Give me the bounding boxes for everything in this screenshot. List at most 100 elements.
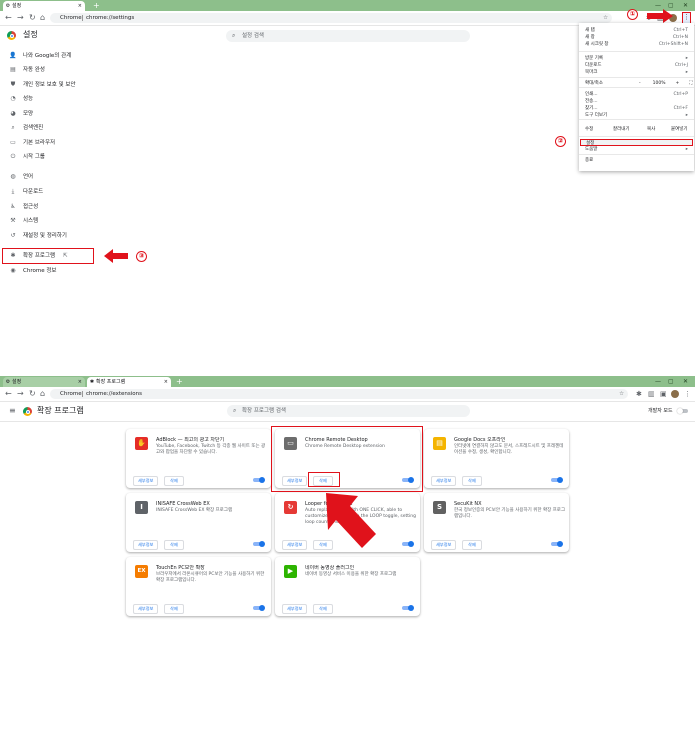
menu-item[interactable]: 방문 기록 ▸ (585, 55, 690, 62)
extensions-icon[interactable]: ✱ (636, 389, 642, 399)
home-icon[interactable]: ⌂ (40, 388, 45, 400)
settings-search-input[interactable]: ⌕ 설정 검색 (226, 30, 470, 42)
enable-toggle[interactable] (551, 540, 563, 547)
details-button[interactable]: 세부정보 (133, 476, 159, 486)
address-bar[interactable]: Chrome chrome://extensions ☆ (50, 389, 628, 399)
menu-item-shortcut: ▸ (685, 56, 688, 61)
menu-kebab-icon[interactable]: ⋮ (684, 389, 691, 399)
remove-button[interactable]: 삭제 (313, 604, 333, 614)
menu-item[interactable]: 인쇄... Ctrl+P (585, 91, 690, 98)
back-icon[interactable]: ← (5, 388, 12, 400)
enable-toggle[interactable] (253, 476, 265, 483)
details-button[interactable]: 세부정보 (431, 476, 457, 486)
sidebar-item[interactable]: 👤 나와 Google의 관계 (9, 51, 71, 61)
remove-button[interactable]: 삭제 (462, 476, 482, 486)
star-icon[interactable]: ☆ (603, 13, 608, 23)
menu-item[interactable]: 전송... (585, 98, 690, 105)
menu-item[interactable]: 설정 (580, 139, 693, 146)
remove-button[interactable]: 삭제 (462, 540, 482, 550)
details-button[interactable]: 세부정보 (282, 604, 308, 614)
sidebar-item[interactable]: ▭ 기본 브라우저 (9, 138, 55, 148)
remove-button[interactable]: 삭제 (164, 540, 184, 550)
menu-item[interactable]: 종료 (585, 157, 690, 164)
star-icon[interactable]: ☆ (619, 389, 624, 399)
forward-icon[interactable]: → (17, 12, 24, 24)
remove-button[interactable]: 삭제 (164, 604, 184, 614)
forward-icon[interactable]: → (17, 388, 24, 400)
accessibility-icon: ♿ (10, 203, 16, 210)
zoom-in-button[interactable]: + (676, 81, 680, 86)
menu-item[interactable]: 다운로드 Ctrl+J (585, 62, 690, 69)
new-tab-button[interactable]: + (93, 0, 100, 11)
puzzle-icon: ✱ (89, 379, 95, 385)
profile-square-icon[interactable]: ▣ (660, 389, 667, 399)
menu-item[interactable]: 새 시크릿 창 Ctrl+Shift+N (585, 41, 690, 48)
sidebar-item[interactable]: ⛊ 개인 정보 보호 및 보안 (9, 80, 76, 90)
close-icon[interactable]: × (164, 377, 168, 387)
sidebar-item[interactable]: ⤓ 다운로드 (9, 187, 44, 197)
menu-item[interactable]: 새 탭 Ctrl+T (585, 27, 690, 34)
paste-button[interactable]: 붙여넣기 (671, 126, 688, 133)
minimize-icon[interactable]: — (655, 376, 661, 387)
extension-name: SecuKit NX (454, 501, 482, 507)
enable-toggle[interactable] (551, 476, 563, 483)
extensions-search-input[interactable]: ⌕ 확장 프로그램 검색 (227, 405, 470, 417)
power-icon: ⏻ (10, 153, 16, 160)
maximize-icon[interactable]: ▢ (668, 376, 674, 387)
sidebar-item[interactable]: ◔ 성능 (9, 94, 33, 104)
menu-item[interactable]: 북마크 ▸ (585, 69, 690, 76)
menu-item[interactable]: 확대/축소 - 100% + ⛶ (585, 80, 692, 87)
zoom-out-button[interactable]: - (639, 81, 641, 86)
search-placeholder: 설정 검색 (242, 33, 264, 39)
tab-extensions[interactable]: ✱ 확장 프로그램 × (87, 377, 171, 387)
menu-item[interactable]: 도움말 ▸ (585, 146, 690, 153)
sidebar-item[interactable]: ⏻ 시작 그룹 (9, 152, 45, 162)
sidebar-item[interactable]: ▤ 자동 완성 (9, 65, 45, 75)
globe-icon: ◍ (10, 173, 16, 180)
details-button[interactable]: 세부정보 (133, 604, 159, 614)
tab-settings[interactable]: ⚙ 설정 × (3, 1, 85, 11)
tab-settings[interactable]: ⚙ 설정 × (3, 377, 85, 387)
menu-item-shortcut: Ctrl+J (674, 63, 688, 68)
arrow-pointing-extensions (104, 249, 128, 263)
sidebar-item[interactable]: ⚒ 시스템 (9, 216, 38, 226)
details-button[interactable]: 세부정보 (431, 540, 457, 550)
hamburger-icon[interactable]: ≡ (9, 406, 16, 416)
enable-toggle[interactable] (253, 540, 265, 547)
sidebar-item-label: 다운로드 (23, 189, 44, 195)
sidebar-item[interactable]: ↺ 재설정 및 정리하기 (9, 231, 67, 241)
close-icon[interactable]: × (78, 377, 82, 387)
close-window-icon[interactable]: ✕ (683, 376, 688, 387)
address-url: chrome://settings (86, 15, 135, 21)
close-window-icon[interactable]: ✕ (683, 0, 688, 11)
home-icon[interactable]: ⌂ (40, 12, 45, 24)
details-button[interactable]: 세부정보 (282, 540, 308, 550)
touchen-icon: EX (135, 565, 148, 578)
new-tab-button[interactable]: + (176, 376, 183, 387)
cut-button[interactable]: 잘라내기 (613, 126, 630, 133)
enable-toggle[interactable] (402, 540, 414, 547)
menu-item[interactable]: 도구 더보기 ▸ (585, 112, 690, 119)
copy-button[interactable]: 복사 (647, 126, 655, 133)
reload-icon[interactable]: ↻ (29, 12, 36, 24)
sidebar-item[interactable]: ◕ 모양 (9, 109, 33, 119)
reload-icon[interactable]: ↻ (29, 388, 36, 400)
sidebar-item[interactable]: ◉ Chrome 정보 (9, 266, 56, 276)
avatar[interactable] (671, 390, 679, 398)
sidepanel-icon[interactable]: ▥ (648, 389, 655, 399)
fullscreen-icon[interactable]: ⛶ (689, 81, 692, 86)
address-bar[interactable]: Chrome chrome://settings ☆ (50, 13, 612, 23)
close-icon[interactable]: × (78, 1, 82, 11)
menu-divider (579, 77, 694, 78)
menu-item[interactable]: 찾기... Ctrl+F (585, 105, 690, 112)
menu-item[interactable]: 새 창 Ctrl+N (585, 34, 690, 41)
details-button[interactable]: 세부정보 (133, 540, 159, 550)
back-icon[interactable]: ← (5, 12, 12, 24)
remove-button[interactable]: 삭제 (164, 476, 184, 486)
developer-mode-toggle[interactable] (677, 407, 688, 414)
enable-toggle[interactable] (402, 604, 414, 611)
enable-toggle[interactable] (253, 604, 265, 611)
sidebar-item[interactable]: ⌕ 검색엔진 (9, 123, 43, 133)
sidebar-item[interactable]: ◍ 언어 (9, 172, 33, 182)
sidebar-item[interactable]: ♿ 접근성 (9, 202, 38, 212)
